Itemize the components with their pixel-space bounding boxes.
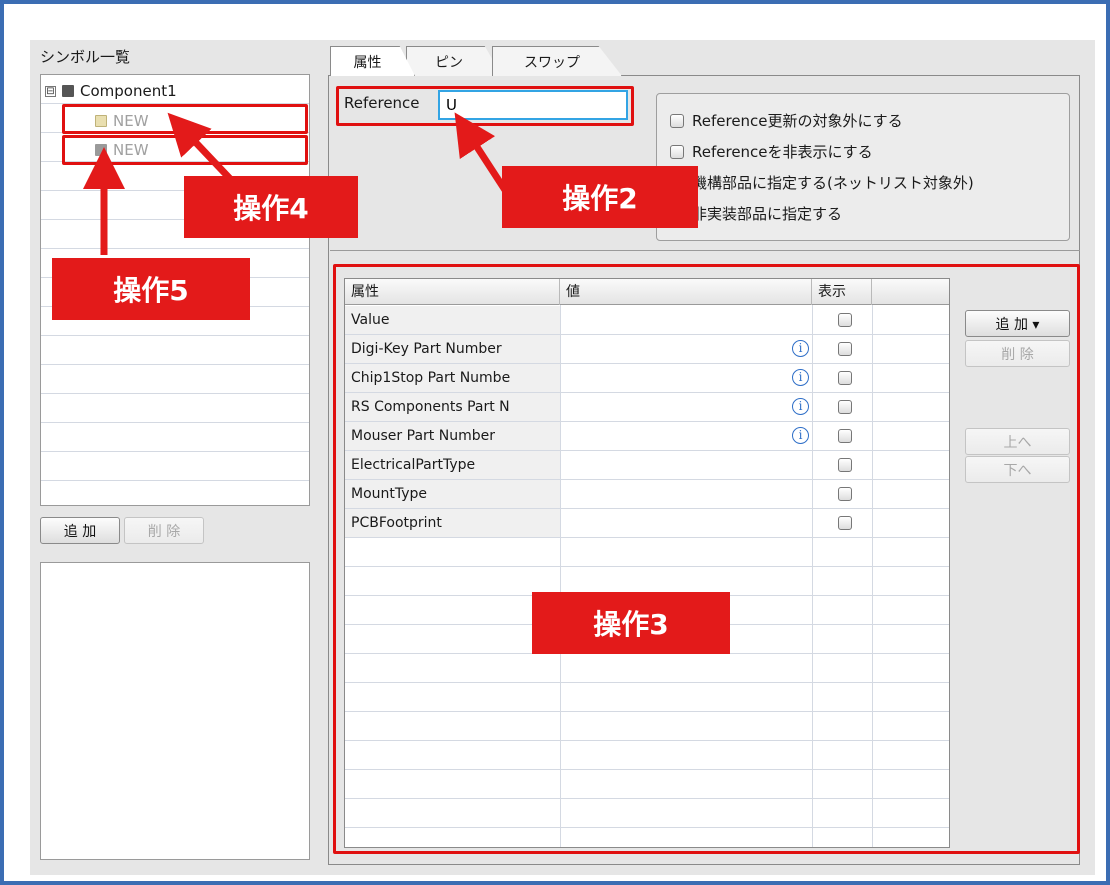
annotation-label-op3: 操作3 <box>532 592 730 654</box>
annotation-label-op4: 操作4 <box>184 176 358 238</box>
annotation-label-op5: 操作5 <box>52 258 250 320</box>
annotation-label-op2: 操作2 <box>502 166 698 228</box>
annotation-arrows <box>83 112 508 255</box>
arrow-op2 <box>454 112 508 192</box>
